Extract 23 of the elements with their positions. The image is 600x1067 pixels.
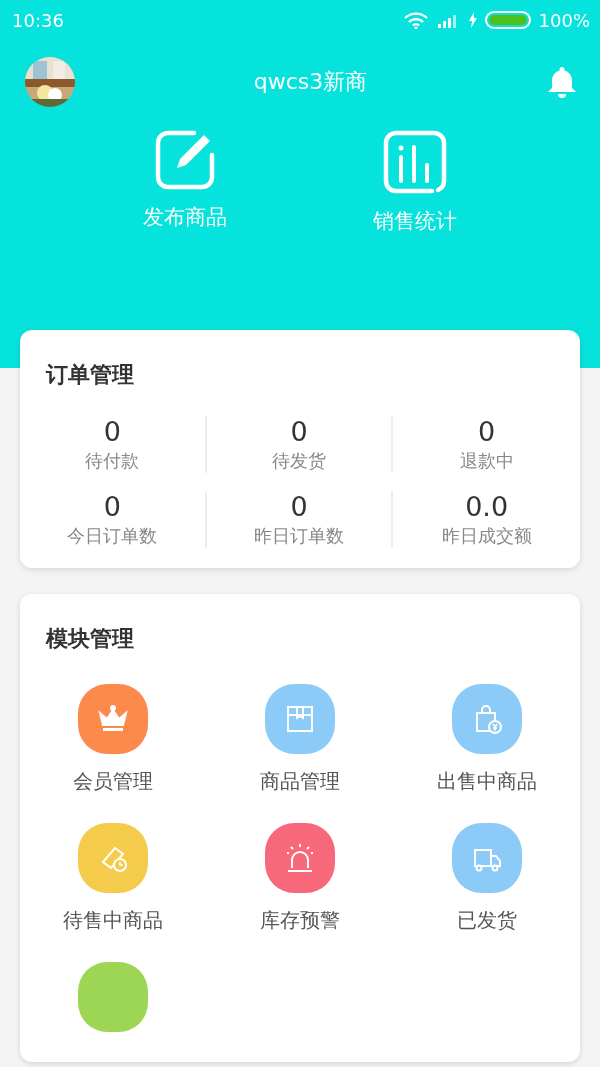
module-item[interactable]: 待售中商品 [20, 823, 207, 934]
card-title: 订单管理 [44, 361, 135, 389]
order-stat[interactable]: 0 昨日订单数 [206, 491, 394, 548]
module-item[interactable]: 库存预警 [206, 823, 394, 934]
chart-icon [382, 129, 448, 195]
module-item[interactable]: 出售中商品 [393, 684, 580, 795]
edit-icon [154, 129, 216, 191]
card-title: 模块管理 [44, 625, 135, 653]
order-stat[interactable]: 0 待付款 [20, 416, 207, 473]
order-stat[interactable]: 0.0 昨日成交额 [393, 491, 580, 548]
order-stat[interactable]: 0 退款中 [393, 416, 580, 473]
store-title: qwcs3新商 [253, 68, 368, 96]
status-time: 10:36 [12, 9, 64, 31]
bell-icon[interactable] [546, 65, 578, 99]
module-item[interactable]: 已发货 [393, 823, 580, 934]
order-stat[interactable]: 0 今日订单数 [20, 491, 207, 548]
wifi-icon [402, 11, 429, 29]
battery-level: 100% [538, 9, 590, 31]
battery-icon [484, 11, 531, 29]
order-stat[interactable]: 0 待发货 [206, 416, 394, 473]
module-item[interactable]: 会员管理 [20, 684, 207, 795]
charging-icon [468, 12, 477, 28]
module-item[interactable]: 商品管理 [206, 684, 394, 795]
